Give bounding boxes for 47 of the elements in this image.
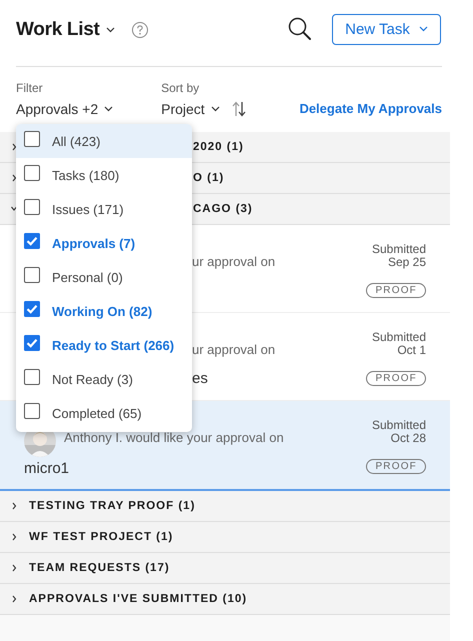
group-header[interactable]: APPROVALS I'VE SUBMITTED (10) xyxy=(0,584,450,615)
group-header[interactable]: TEAM REQUESTS (17) xyxy=(0,553,450,584)
checkbox[interactable] xyxy=(24,335,40,351)
item-name: micro1 xyxy=(24,460,70,477)
filter-option[interactable]: Personal (0) xyxy=(16,260,192,294)
filter-option[interactable]: Approvals (7) xyxy=(16,226,192,260)
proof-badge: PROOF xyxy=(366,283,426,298)
filter-option[interactable]: All (423) xyxy=(16,124,192,158)
checkbox[interactable] xyxy=(24,403,40,419)
filter-dropdown[interactable]: Approvals +2 xyxy=(16,100,114,118)
page-title: Work List xyxy=(16,19,100,41)
proof-badge: PROOF xyxy=(366,459,426,474)
item-description: ur approval on xyxy=(192,342,276,358)
caret-icon xyxy=(210,106,220,112)
item-status: Submitted xyxy=(372,419,426,432)
group-header[interactable]: WF TEST PROJECT (1) xyxy=(0,522,450,553)
checkbox[interactable] xyxy=(24,131,40,147)
item-status: Submitted xyxy=(372,243,426,256)
caret-icon xyxy=(104,106,114,112)
checkbox[interactable] xyxy=(24,233,40,249)
checkbox[interactable] xyxy=(24,267,40,283)
item-date: Oct 28 xyxy=(390,432,426,445)
filter-option[interactable]: Ready to Start (266) xyxy=(16,328,192,362)
caret-icon xyxy=(106,27,115,33)
sort-order-icon xyxy=(232,101,246,117)
item-description: Anthony I. would like your approval on xyxy=(64,430,284,446)
filter-label: Filter xyxy=(16,81,44,95)
proof-badge: PROOF xyxy=(366,371,426,386)
item-date: Oct 1 xyxy=(397,344,426,357)
item-status: Submitted xyxy=(372,331,426,344)
group-header[interactable]: TESTING TRAY PROOF (1) xyxy=(0,491,450,522)
item-description: ur approval on xyxy=(192,254,276,270)
search-icon[interactable] xyxy=(288,17,312,41)
new-task-button[interactable]: New Task xyxy=(332,14,441,44)
checkbox[interactable] xyxy=(24,369,40,385)
delegate-link[interactable]: Delegate My Approvals xyxy=(299,101,442,118)
filter-option[interactable]: Not Ready (3) xyxy=(16,362,192,396)
checkbox[interactable] xyxy=(24,165,40,181)
sort-label: Sort by xyxy=(161,81,200,95)
help-icon xyxy=(130,21,149,39)
caret-icon xyxy=(418,26,428,32)
checkbox[interactable] xyxy=(24,199,40,215)
checkbox[interactable] xyxy=(24,301,40,317)
sort-dropdown[interactable]: Project xyxy=(161,100,246,118)
filter-option[interactable]: Issues (171) xyxy=(16,192,192,226)
item-name: es xyxy=(192,370,209,387)
item-date: Sep 25 xyxy=(388,256,426,269)
